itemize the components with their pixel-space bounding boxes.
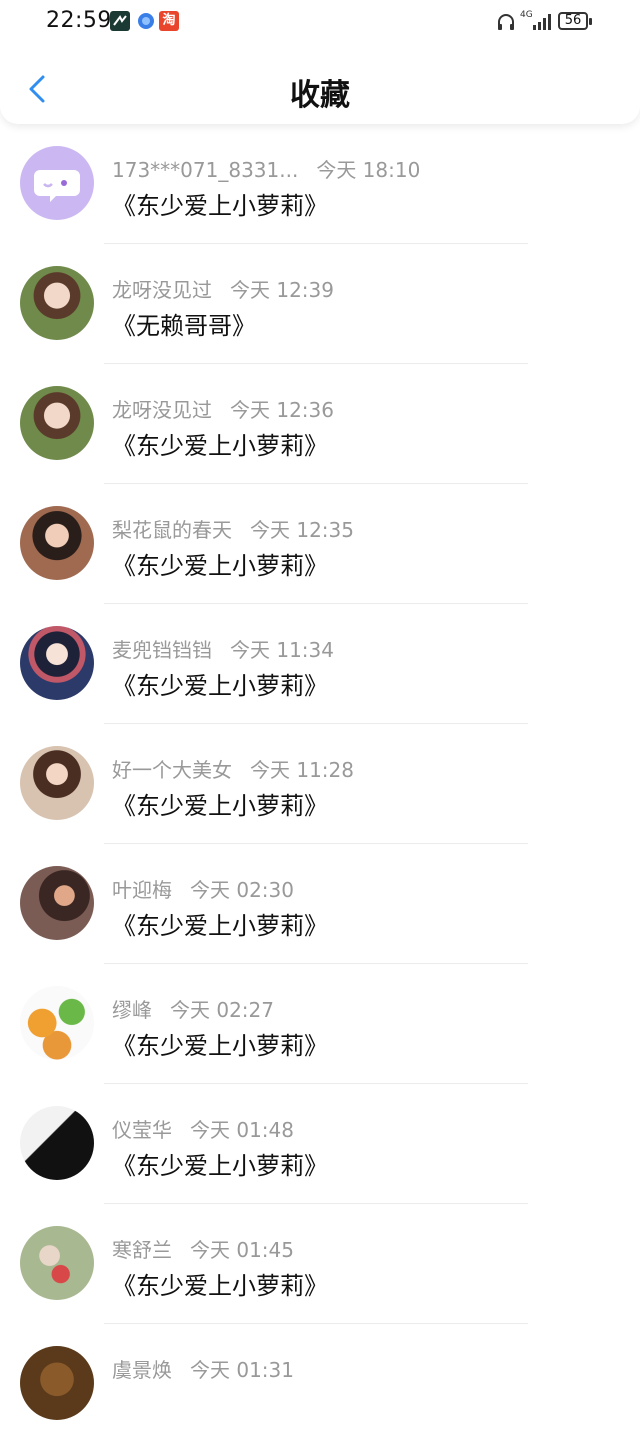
list-item[interactable]: 缪峰 今天 02:27 《东少爱上小萝莉》 xyxy=(0,964,640,1084)
avatar[interactable] xyxy=(20,146,94,220)
list-item[interactable]: 麦兜铛铛铛 今天 11:34 《东少爱上小萝莉》 xyxy=(0,604,640,724)
taobao-notification-icon: 淘 xyxy=(159,11,179,31)
list-item[interactable]: 好一个大美女 今天 11:28 《东少爱上小萝莉》 xyxy=(0,724,640,844)
list-item[interactable]: 叶迎梅 今天 02:30 《东少爱上小萝莉》 xyxy=(0,844,640,964)
signal-icon xyxy=(532,12,552,36)
headphone-icon xyxy=(496,12,516,36)
user-name[interactable]: 麦兜铛铛铛 xyxy=(112,638,212,662)
avatar[interactable] xyxy=(20,1226,94,1300)
user-name[interactable]: 叶迎梅 xyxy=(112,878,172,902)
timestamp: 今天 01:48 xyxy=(190,1118,294,1142)
browser-notification-icon xyxy=(136,11,156,31)
list-item[interactable]: 仪莹华 今天 01:48 《东少爱上小萝莉》 xyxy=(0,1084,640,1204)
timestamp: 今天 11:28 xyxy=(250,758,354,782)
avatar[interactable] xyxy=(20,386,94,460)
user-name[interactable]: 好一个大美女 xyxy=(112,758,232,782)
app-notification-icon xyxy=(110,11,130,31)
avatar[interactable] xyxy=(20,866,94,940)
avatar[interactable] xyxy=(20,266,94,340)
user-name[interactable]: 缪峰 xyxy=(112,998,152,1022)
list-item[interactable]: 龙呀没见过 今天 12:36 《东少爱上小萝莉》 xyxy=(0,364,640,484)
list-item[interactable]: 龙呀没见过 今天 12:39 《无赖哥哥》 xyxy=(0,244,640,364)
user-name[interactable]: 仪莹华 xyxy=(112,1118,172,1142)
user-name[interactable]: 寒舒兰 xyxy=(112,1238,172,1262)
list-item[interactable]: 173***071_8331... 今天 18:10 《东少爱上小萝莉》 xyxy=(0,124,640,244)
favorite-content[interactable]: 《东少爱上小萝莉》 xyxy=(112,1146,328,1181)
user-name[interactable]: 173***071_8331... xyxy=(112,158,298,182)
user-name[interactable]: 虞景焕 xyxy=(112,1358,172,1382)
timestamp: 今天 12:39 xyxy=(230,278,334,302)
timestamp: 今天 02:30 xyxy=(190,878,294,902)
chat-bubble-icon xyxy=(34,170,80,202)
page-title: 收藏 xyxy=(290,78,350,113)
avatar[interactable] xyxy=(20,1106,94,1180)
avatar[interactable] xyxy=(20,746,94,820)
timestamp: 今天 12:35 xyxy=(250,518,354,542)
favorite-content[interactable]: 《无赖哥哥》 xyxy=(112,306,256,341)
list-item[interactable]: 虞景焕 今天 01:31 xyxy=(0,1324,640,1444)
favorite-content[interactable]: 《东少爱上小萝莉》 xyxy=(112,786,328,821)
user-name[interactable]: 龙呀没见过 xyxy=(112,398,212,422)
battery-indicator: 56 xyxy=(558,12,592,30)
timestamp: 今天 18:10 xyxy=(316,158,421,182)
timestamp: 今天 02:27 xyxy=(170,998,274,1022)
user-name[interactable]: 梨花鼠的春天 xyxy=(112,518,232,542)
timestamp: 今天 01:45 xyxy=(190,1238,294,1262)
nav-bar: 收藏 xyxy=(0,56,640,124)
favorite-content[interactable]: 《东少爱上小萝莉》 xyxy=(112,1026,328,1061)
favorite-content[interactable]: 《东少爱上小萝莉》 xyxy=(112,546,328,581)
top-bar: 22:59 淘 4G 56 收藏 xyxy=(0,0,640,124)
avatar[interactable] xyxy=(20,626,94,700)
favorite-content[interactable]: 《东少爱上小萝莉》 xyxy=(112,426,328,461)
avatar[interactable] xyxy=(20,986,94,1060)
user-name[interactable]: 龙呀没见过 xyxy=(112,278,212,302)
favorite-content[interactable]: 《东少爱上小萝莉》 xyxy=(112,186,328,221)
timestamp: 今天 12:36 xyxy=(230,398,334,422)
timestamp: 今天 01:31 xyxy=(190,1358,294,1382)
list-item[interactable]: 梨花鼠的春天 今天 12:35 《东少爱上小萝莉》 xyxy=(0,484,640,604)
avatar[interactable] xyxy=(20,506,94,580)
avatar[interactable] xyxy=(20,1346,94,1420)
favorite-content[interactable]: 《东少爱上小萝莉》 xyxy=(112,906,328,941)
favorites-list: 173***071_8331... 今天 18:10 《东少爱上小萝莉》 龙呀没见… xyxy=(0,124,640,1444)
timestamp: 今天 11:34 xyxy=(230,638,334,662)
favorite-content[interactable]: 《东少爱上小萝莉》 xyxy=(112,666,328,701)
status-bar: 22:59 淘 4G 56 xyxy=(0,0,640,44)
network-type-label: 4G xyxy=(520,10,533,20)
favorite-content[interactable]: 《东少爱上小萝莉》 xyxy=(112,1266,328,1301)
status-time: 22:59 xyxy=(46,8,112,33)
list-item[interactable]: 寒舒兰 今天 01:45 《东少爱上小萝莉》 xyxy=(0,1204,640,1324)
